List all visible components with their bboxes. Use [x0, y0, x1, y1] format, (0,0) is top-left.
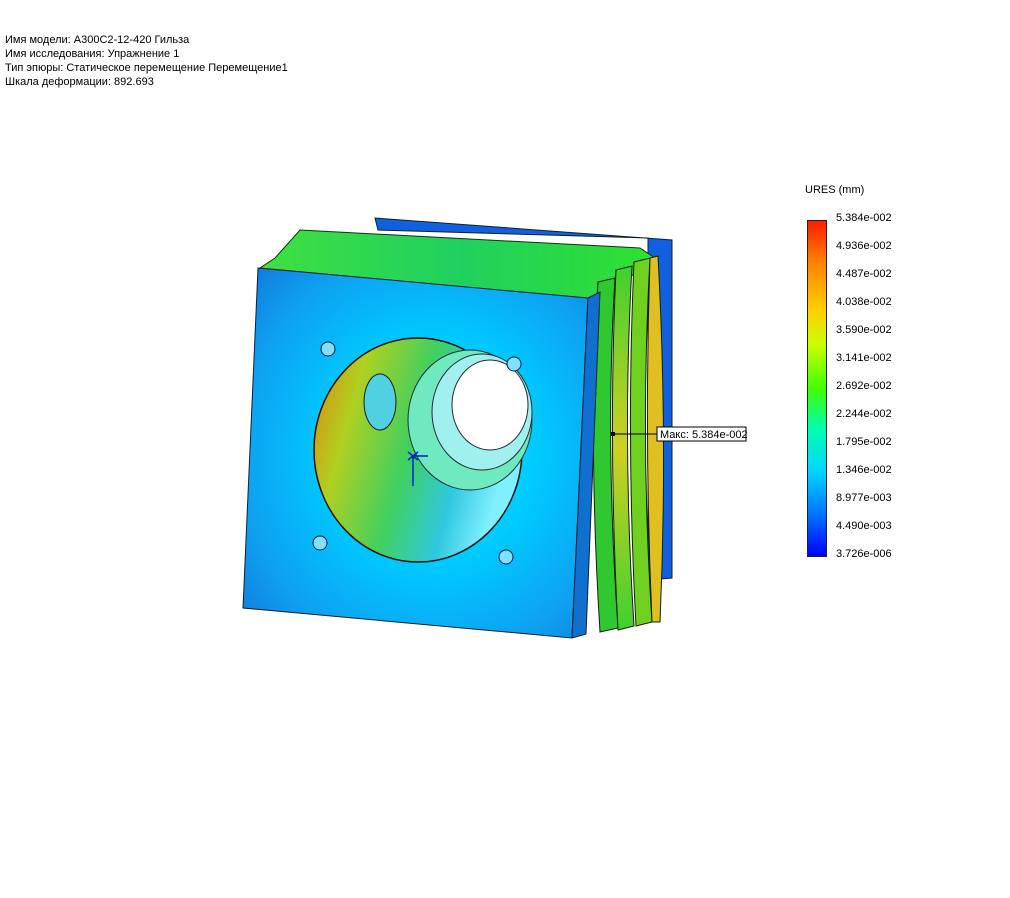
legend-tick-label: 5.384e-002: [836, 212, 892, 224]
legend-tick-label: 8.977e-003: [836, 492, 892, 504]
legend-title: URES (mm): [805, 184, 865, 196]
cooling-fins: [592, 255, 665, 633]
legend-tick-label: 1.795e-002: [836, 436, 892, 448]
legend-tick-label: 3.141e-002: [836, 352, 892, 364]
color-scale-bar: [807, 220, 827, 557]
legend-tick-label: 2.692e-002: [836, 380, 892, 392]
legend-tick-label: 2.244e-002: [836, 408, 892, 420]
model-viewport[interactable]: Макс: 5.384e-002: [0, 0, 1010, 898]
legend-tick-label: 3.726e-006: [836, 548, 892, 560]
legend-tick-label: 4.936e-002: [836, 240, 892, 252]
legend-tick-label: 4.038e-002: [836, 296, 892, 308]
legend-tick-label: 4.487e-002: [836, 268, 892, 280]
legend-tick-label: 1.346e-002: [836, 464, 892, 476]
legend-tick-label: 3.590e-002: [836, 324, 892, 336]
legend-tick-label: 4.490e-003: [836, 520, 892, 532]
max-label: Макс: 5.384e-002: [660, 429, 748, 441]
